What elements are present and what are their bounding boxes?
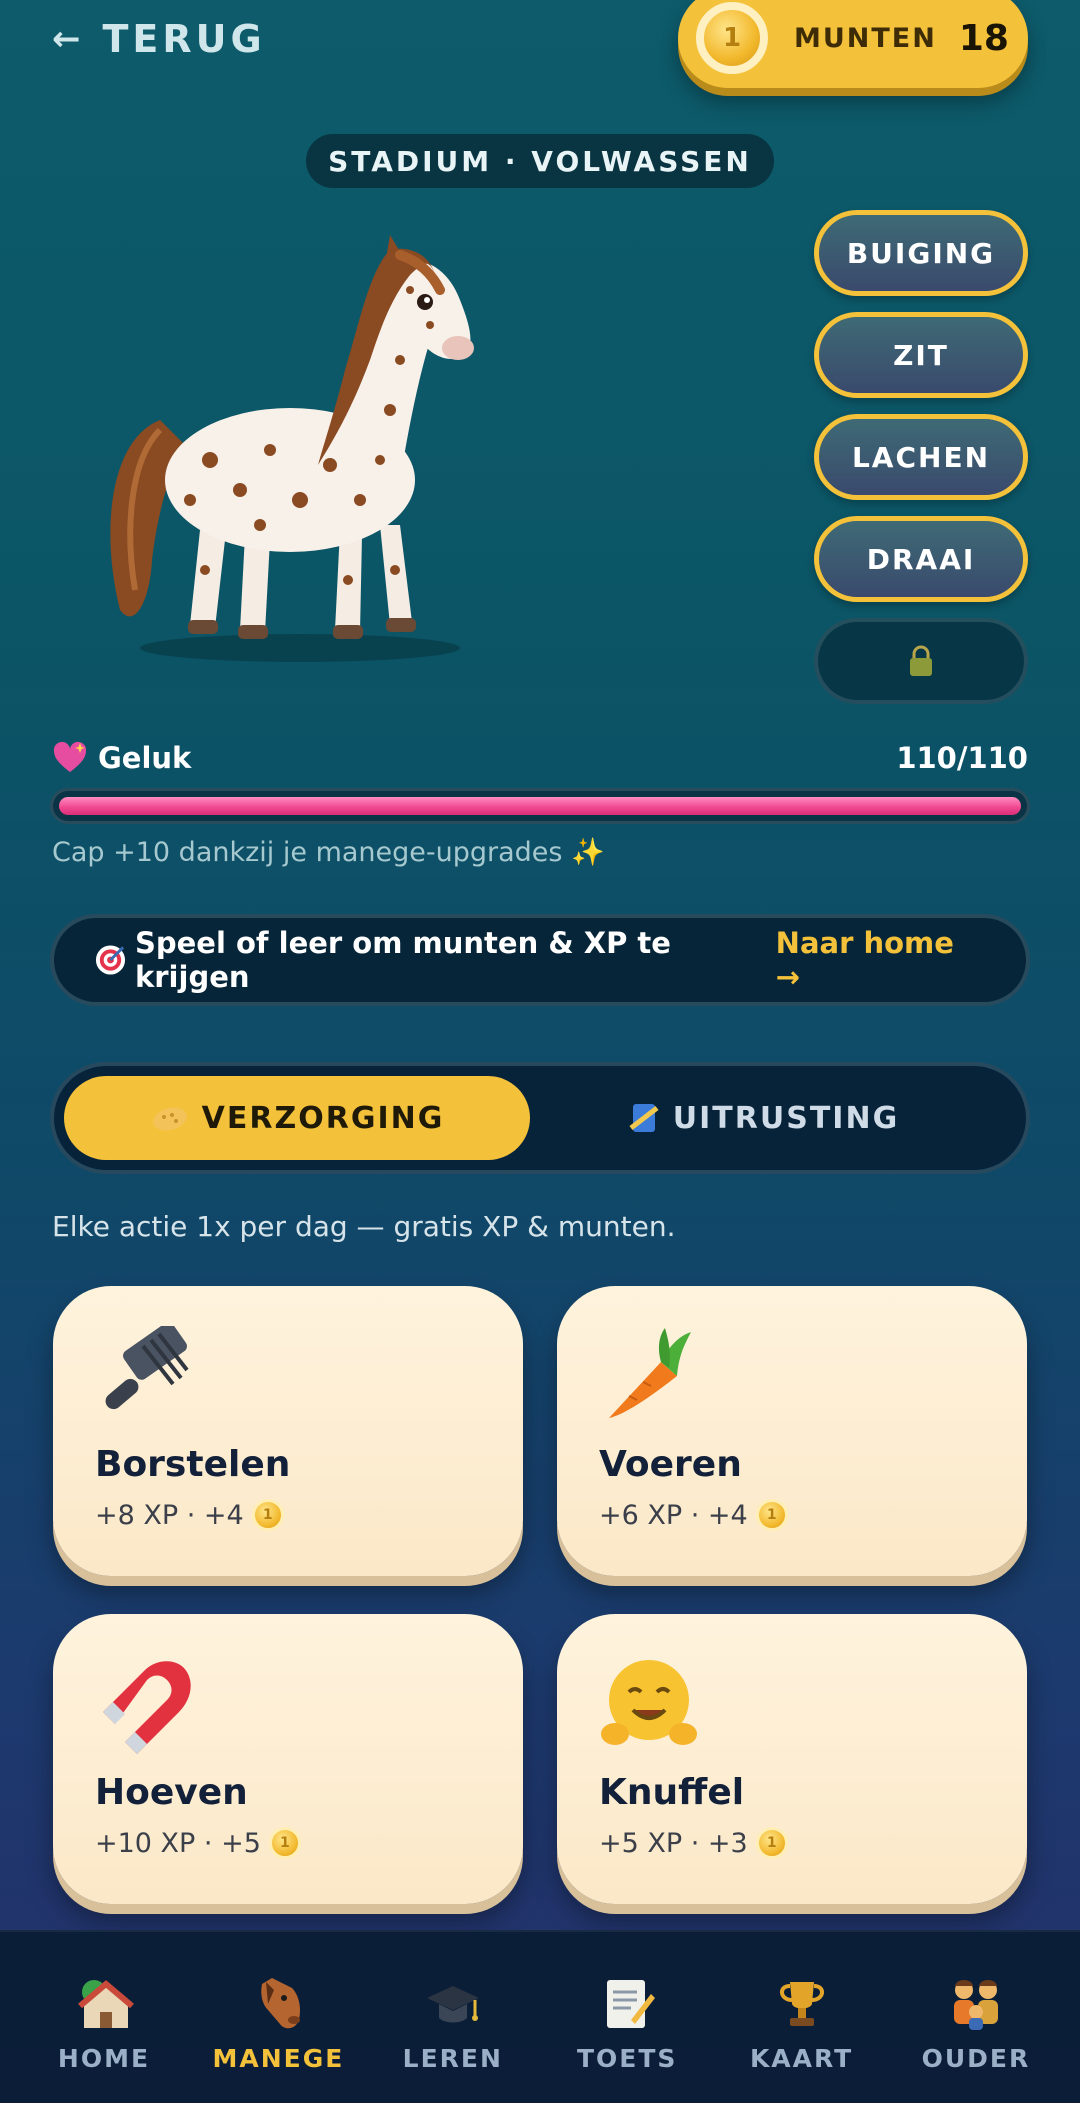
care-tabs: VERZORGING UITRUSTING [50,1062,1030,1174]
card-title: Voeren [599,1444,742,1485]
rope-icon [629,1104,659,1132]
brush-icon [105,1322,189,1410]
tab-uitrusting[interactable]: UITRUSTING [530,1076,996,1160]
card-reward-text: +5 XP · +3 [599,1827,748,1859]
card-reward-text: +8 XP · +4 [95,1499,244,1531]
bottom-navigation: HOME MANEGE LEREN TOETS KAART OUDER [0,1930,1080,2103]
card-reward: +10 XP · +5 1 [95,1827,523,1859]
trick-locked-button[interactable] [814,618,1028,704]
trick-buiging-button[interactable]: BUIGING [814,210,1028,296]
nav-manege-label: MANEGE [212,2044,345,2073]
coin-icon: 1 [755,1827,788,1859]
cap-note: Cap +10 dankzij je manege-upgrades ✨ [52,837,605,868]
nav-home[interactable]: HOME [20,1932,188,2103]
happiness-label: Geluk [52,741,191,775]
card-reward-text: +10 XP · +5 [95,1827,261,1859]
house-icon [78,1980,134,2028]
nav-kaart[interactable]: KAART [718,1932,886,2103]
trick-lachen-button[interactable]: LACHEN [814,414,1028,500]
lock-icon [910,645,932,676]
sparkling-heart-icon [53,741,87,772]
earn-coins-banner[interactable]: Speel of leer om munten & XP te krijgen … [50,914,1030,1006]
back-label: TERUG [102,17,266,61]
nav-ouder[interactable]: OUDER [892,1932,1060,2103]
family-icon [953,1980,998,2030]
happiness-bar [50,788,1030,824]
care-card-knuffel[interactable]: Knuffel +5 XP · +3 1 [557,1614,1027,1904]
target-icon [95,945,126,975]
card-reward: +5 XP · +3 1 [599,1827,1027,1859]
coin-icon: 1 [268,1827,301,1859]
tricks-list: BUIGING ZIT LACHEN DRAAI [814,210,1028,720]
earn-coins-text: Speel of leer om munten & XP te krijgen [134,926,671,994]
earn-coins-text-group: Speel of leer om munten & XP te krijgen [94,926,776,994]
trick-zit-button[interactable]: ZIT [814,312,1028,398]
happiness-text: Geluk [98,741,192,775]
nav-ouder-label: OUDER [921,2044,1031,2073]
spotted-horse-illustration[interactable] [90,230,500,670]
horse-face-icon [261,1978,301,2029]
back-arrow-icon: ← [52,19,85,59]
tab-verzorging-label: VERZORGING [201,1100,445,1136]
carrot-icon [609,1328,691,1418]
coin-icon: 1 [251,1499,284,1531]
nav-toets[interactable]: TOETS [543,1932,711,2103]
happiness-value: 110/110 [896,741,1028,775]
card-title: Borstelen [95,1444,291,1485]
nav-leren-label: LEREN [402,2044,503,2073]
care-card-borstelen[interactable]: Borstelen +8 XP · +4 1 [53,1286,523,1576]
nav-manege[interactable]: MANEGE [194,1932,362,2103]
tab-uitrusting-label: UITRUSTING [672,1100,900,1136]
stage-badge: STADIUM · VOLWASSEN [306,134,774,188]
daily-hint: Elke actie 1x per dag — gratis XP & munt… [52,1210,676,1243]
card-title: Hoeven [95,1772,248,1813]
card-reward-text: +6 XP · +4 [599,1499,748,1531]
happiness-bar-fill [59,797,1021,815]
memo-icon [607,1980,656,2028]
trophy-icon [779,1982,824,2026]
tab-verzorging[interactable]: VERZORGING [64,1076,530,1160]
nav-home-label: HOME [57,2044,151,2073]
coin-icon: 1 [755,1499,788,1531]
card-reward: +8 XP · +4 1 [95,1499,523,1531]
magnet-icon [103,1661,191,1754]
care-card-voeren[interactable]: Voeren +6 XP · +4 1 [557,1286,1027,1576]
coins-label: MUNTEN [794,22,937,54]
nav-leren[interactable]: LEREN [369,1932,537,2103]
card-reward: +6 XP · +4 1 [599,1499,1027,1531]
trick-draai-button[interactable]: DRAAI [814,516,1028,602]
sponge-icon [152,1107,187,1131]
care-card-hoeven[interactable]: Hoeven +10 XP · +5 1 [53,1614,523,1904]
card-title: Knuffel [599,1772,745,1813]
coin-icon: 1 [696,2,768,74]
nav-toets-label: TOETS [576,2044,678,2073]
coins-count: 18 [958,17,1009,59]
happiness-row: Geluk 110/110 [52,734,1028,782]
go-home-link[interactable]: Naar home → [776,926,982,994]
nav-kaart-label: KAART [749,2044,854,2073]
back-button[interactable]: ← TERUG [52,14,266,64]
graduation-cap-icon [426,1986,479,2023]
top-bar: ← TERUG 1 MUNTEN 18 [0,0,1080,110]
hugging-face-icon [601,1660,697,1745]
coins-badge[interactable]: 1 MUNTEN 18 [678,0,1028,88]
